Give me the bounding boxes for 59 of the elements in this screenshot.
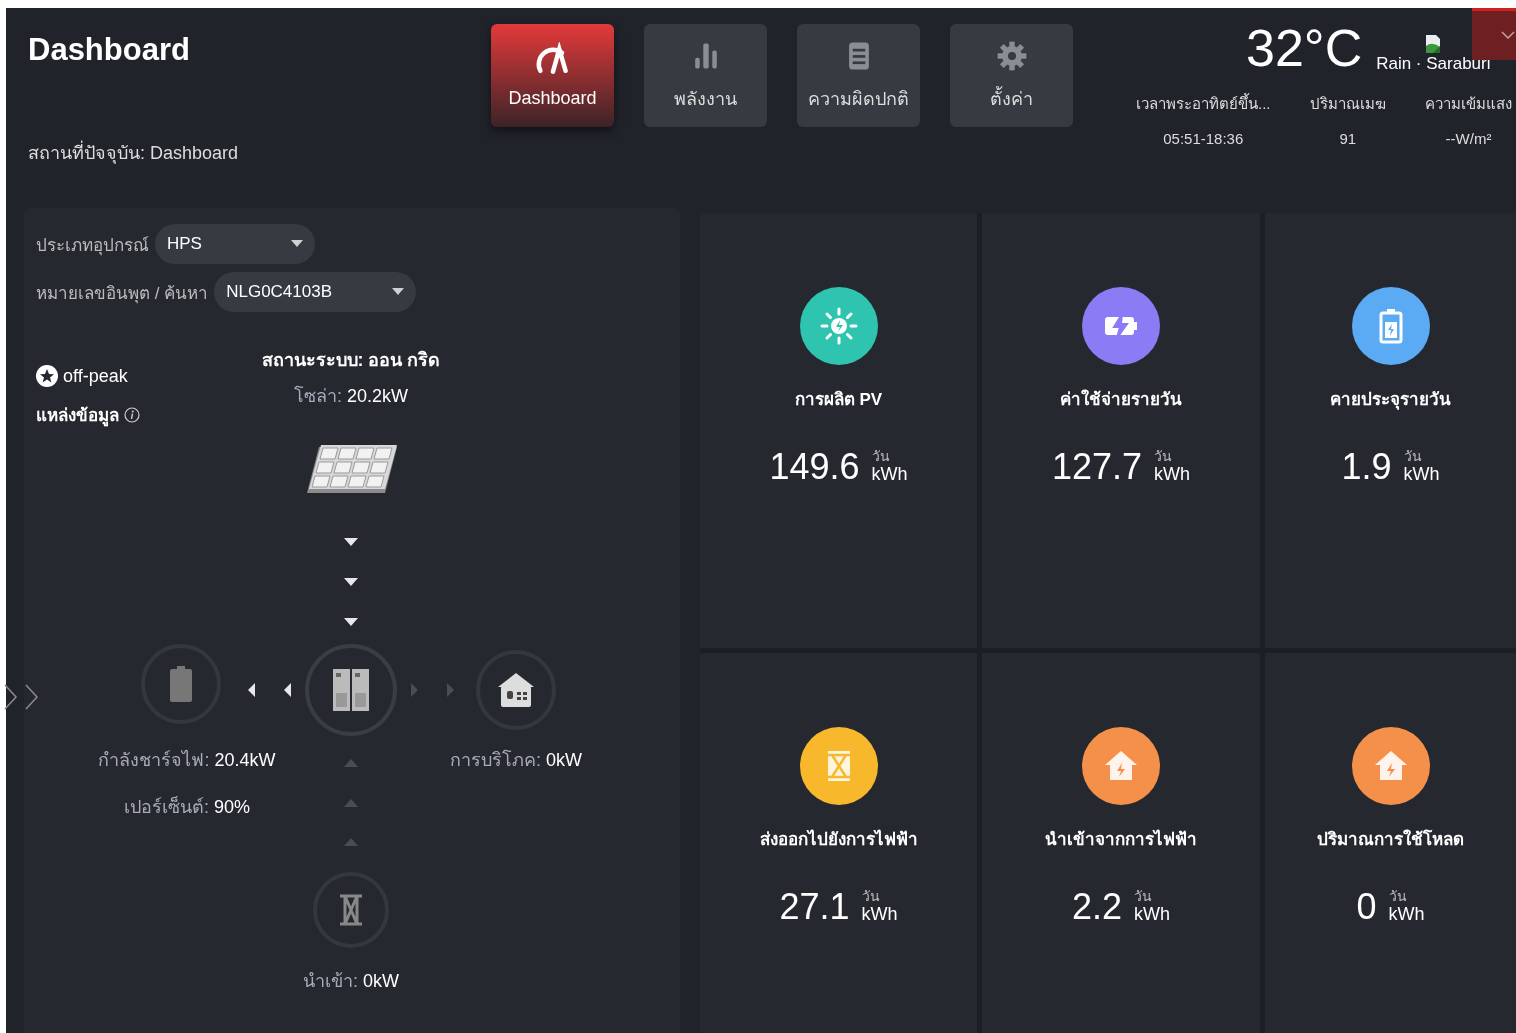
filter-label: หมายเลขอินพุต / ค้นหา — [36, 282, 209, 306]
stat-title: ค่าใช้จ่ายรายวัน — [1060, 388, 1182, 411]
temperature: 32°C — [1246, 20, 1363, 76]
weather-stat-value: 91 — [1339, 130, 1357, 147]
weather-stat-label: เวลาพระอาทิตย์ขึ้น... — [1136, 92, 1271, 114]
weather-stat-value: 05:51-18:36 — [1163, 130, 1244, 147]
caret-icon — [291, 240, 303, 248]
import-reading: นำเข้า: 0kW — [303, 970, 399, 993]
house-plug-icon — [498, 673, 534, 707]
inverter-cabinet-icon — [333, 669, 369, 711]
weather-stat-label: ปริมาณเมฆ — [1309, 94, 1386, 114]
stat-period: วัน — [1134, 889, 1153, 905]
system-status: สถานะระบบ: ออน กริด — [261, 349, 441, 372]
solar-reading: โซล่า: 20.2kW — [294, 384, 408, 408]
stat-title: นำเข้าจากการไฟฟ้า — [1045, 828, 1197, 851]
nav-tab[interactable]: พลังงาน — [644, 24, 767, 127]
chevron-icon — [1500, 29, 1516, 42]
weather-stat-label: ความเข้มแสง — [1425, 94, 1512, 114]
stat-value: 0 — [1356, 886, 1377, 928]
battery-icon — [169, 666, 193, 702]
stat-unit: kWh — [1134, 904, 1170, 925]
data-source-label: แหล่งข้อมูล — [36, 405, 119, 428]
stat-title: การผลิต PV — [794, 389, 883, 411]
tariff-label: off-peak — [63, 365, 128, 387]
battery-percent: เปอร์เซ็นต์: 90% — [124, 795, 250, 819]
stat-value: 149.6 — [769, 446, 860, 488]
stat-title: คายประจุรายวัน — [1330, 389, 1451, 412]
stat-title: ปริมาณการใช้โหลด — [1317, 828, 1464, 851]
filter-label: ประเภทอุปกรณ์ — [36, 234, 149, 258]
page-title: Dashboard — [28, 32, 191, 68]
nav-tab[interactable]: ความผิดปกติ — [797, 24, 920, 127]
weather-condition: Rain · Saraburi — [1376, 54, 1491, 74]
dropdown[interactable]: NLG0C4103B — [214, 272, 416, 312]
nav-tab[interactable]: Dashboard — [491, 24, 614, 127]
stat-period: วัน — [1403, 449, 1423, 465]
stat-unit: kWh — [1388, 904, 1425, 925]
stat-unit: kWh — [1154, 464, 1191, 485]
sun-icon — [818, 306, 859, 346]
caret-icon — [392, 288, 404, 296]
stat-value: 1.9 — [1341, 446, 1392, 488]
info-icon[interactable] — [124, 406, 140, 423]
consumption-reading: การบริโภค: 0kW — [450, 748, 582, 772]
stat-value: 27.1 — [779, 886, 850, 928]
weather-stat-value: --W/m² — [1445, 130, 1492, 147]
stat-unit: kWh — [871, 464, 908, 485]
stat-period: วัน — [1154, 449, 1174, 465]
power-tower-icon — [338, 893, 364, 927]
stat-value: 127.7 — [1051, 446, 1143, 488]
stat-unit: kWh — [861, 904, 898, 925]
stat-title: ส่งออกไปยังการไฟฟ้า — [759, 828, 918, 851]
stat-value: 2.2 — [1071, 886, 1122, 928]
breadcrumb: สถานที่ปัจจุบัน: Dashboard — [28, 138, 491, 167]
stat-period: วัน — [871, 449, 891, 465]
nav-tab[interactable]: ตั้งค่า — [950, 24, 1073, 127]
charging-reading: กำลังชาร์จไฟ: 20.4kW — [98, 749, 276, 772]
stat-period: วัน — [861, 889, 881, 905]
dropdown[interactable]: HPS — [155, 224, 315, 264]
stat-period: วัน — [1388, 889, 1408, 905]
stat-unit: kWh — [1403, 464, 1440, 485]
